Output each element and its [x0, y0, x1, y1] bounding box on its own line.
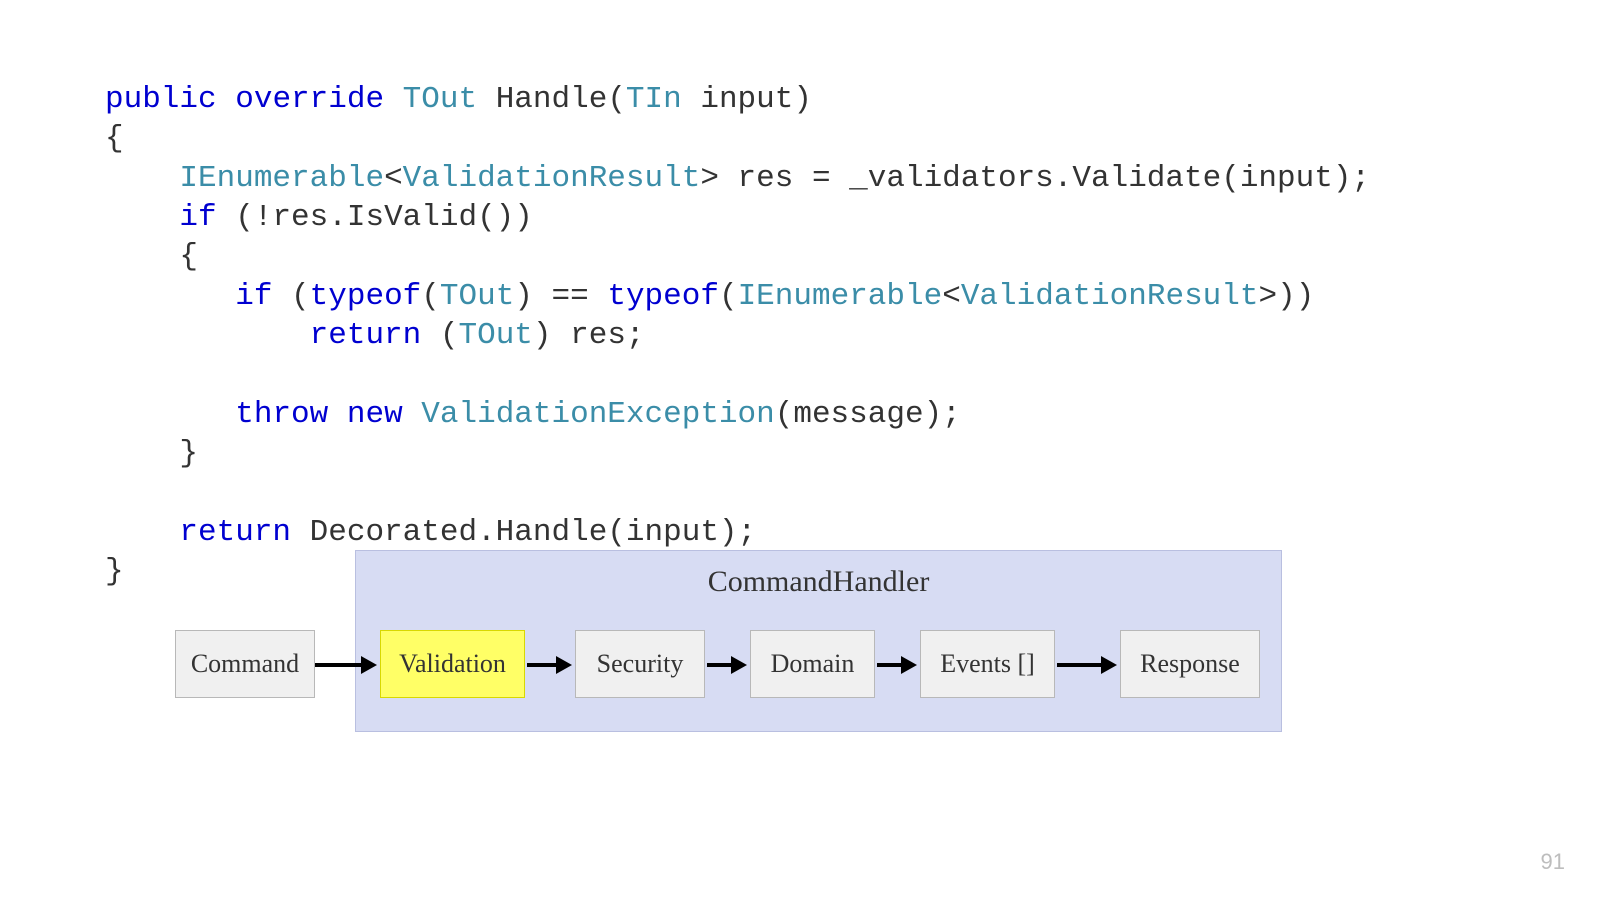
- code-token: typeof: [607, 279, 719, 314]
- code-token: }: [105, 436, 198, 471]
- code-token: if: [235, 279, 272, 314]
- code-token: ValidationResult: [403, 161, 701, 196]
- code-token: > res = _validators.Validate(input);: [700, 161, 1370, 196]
- arrow-icon: [1057, 660, 1117, 670]
- code-token: [105, 397, 235, 432]
- code-token: input): [682, 82, 812, 117]
- code-block: public override TOut Handle(TIn input) {…: [105, 80, 1370, 592]
- code-token: TOut: [440, 279, 514, 314]
- code-token: ) ==: [514, 279, 607, 314]
- node-command: Command: [175, 630, 315, 698]
- code-token: ) res;: [533, 318, 645, 353]
- code-token: if: [179, 200, 216, 235]
- arrow-icon: [877, 660, 917, 670]
- code-token: [105, 318, 310, 353]
- code-token: [105, 161, 179, 196]
- code-token: >)): [1258, 279, 1314, 314]
- code-token: TOut: [403, 82, 477, 117]
- code-token: }: [105, 554, 124, 589]
- code-token: [105, 515, 179, 550]
- code-token: [328, 397, 347, 432]
- arrow-icon: [707, 660, 747, 670]
- arrow-icon: [527, 660, 572, 670]
- code-token: [384, 82, 403, 117]
- code-token: [217, 82, 236, 117]
- slide: public override TOut Handle(TIn input) {…: [0, 0, 1600, 900]
- code-token: IEnumerable: [738, 279, 943, 314]
- code-token: public: [105, 82, 217, 117]
- code-token: (: [421, 318, 458, 353]
- code-token: <: [384, 161, 403, 196]
- code-token: (message);: [775, 397, 961, 432]
- code-token: <: [942, 279, 961, 314]
- code-token: [105, 279, 235, 314]
- code-token: {: [105, 239, 198, 274]
- code-token: TOut: [458, 318, 532, 353]
- code-token: Handle(: [477, 82, 626, 117]
- code-token: return: [179, 515, 291, 550]
- code-token: [105, 200, 179, 235]
- code-token: IEnumerable: [179, 161, 384, 196]
- code-token: (: [272, 279, 309, 314]
- code-token: throw: [235, 397, 328, 432]
- code-token: ValidationResult: [961, 279, 1259, 314]
- page-number: 91: [1541, 849, 1565, 875]
- code-token: return: [310, 318, 422, 353]
- code-token: typeof: [310, 279, 422, 314]
- pipeline-diagram: CommandHandler Command Validation Securi…: [175, 550, 1425, 735]
- arrow-icon: [315, 660, 377, 670]
- node-validation: Validation: [380, 630, 525, 698]
- node-domain: Domain: [750, 630, 875, 698]
- code-token: [403, 397, 422, 432]
- code-token: TIn: [626, 82, 682, 117]
- node-events: Events []: [920, 630, 1055, 698]
- code-token: (: [719, 279, 738, 314]
- code-token: (: [421, 279, 440, 314]
- code-token: (!res.IsValid()): [217, 200, 533, 235]
- code-token: Decorated.Handle(input);: [291, 515, 756, 550]
- code-token: override: [235, 82, 384, 117]
- command-handler-label: CommandHandler: [356, 565, 1281, 599]
- code-token: ValidationException: [421, 397, 774, 432]
- code-token: {: [105, 121, 124, 156]
- node-response: Response: [1120, 630, 1260, 698]
- code-token: new: [347, 397, 403, 432]
- node-security: Security: [575, 630, 705, 698]
